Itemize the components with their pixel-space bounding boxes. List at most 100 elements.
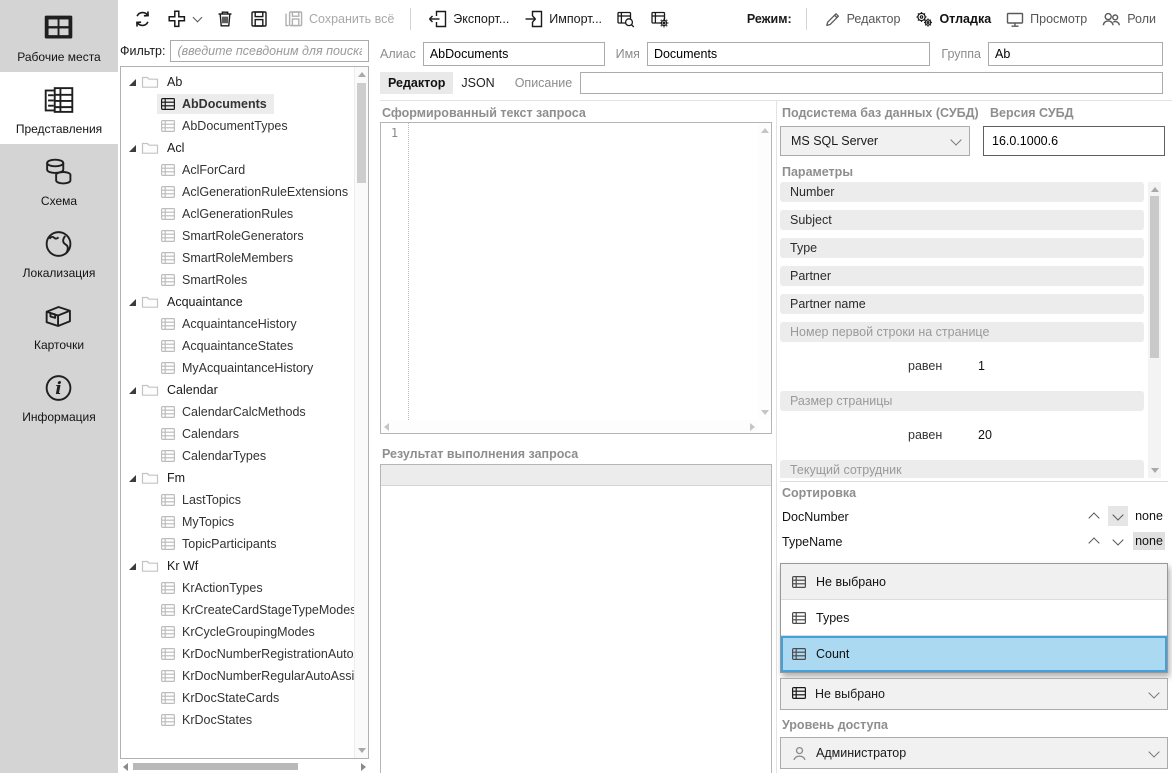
parameter-value[interactable]: 1	[978, 359, 985, 373]
tree-row[interactable]: SmartRoleGenerators	[121, 225, 355, 247]
parameter-row[interactable]: Текущий сотрудник	[780, 460, 1144, 478]
sort-descending-button[interactable]	[1108, 531, 1128, 551]
dropdown-option[interactable]: Count	[781, 636, 1167, 672]
tree-row[interactable]: Kr Wf	[121, 555, 355, 577]
tree-row[interactable]: SmartRoles	[121, 269, 355, 291]
tree-row[interactable]: AclGenerationRules	[121, 203, 355, 225]
tree-row[interactable]: Acl	[121, 137, 355, 159]
expander-icon[interactable]	[129, 475, 136, 482]
mode-editor-button[interactable]: Редактор	[819, 8, 905, 31]
scroll-down-arrow-icon[interactable]	[1151, 468, 1159, 473]
editor-horizontal-scrollbar[interactable]	[381, 420, 758, 433]
tree-row[interactable]: KrDocNumberRegularAutoAssign	[121, 665, 355, 687]
tree-row[interactable]: KrDocStateCards	[121, 687, 355, 709]
tree-row[interactable]: SmartRoleMembers	[121, 247, 355, 269]
import-button[interactable]: Импорт...	[519, 7, 606, 31]
expander-icon[interactable]	[129, 145, 136, 152]
parameter-value[interactable]: 20	[978, 428, 992, 442]
expander-icon[interactable]	[129, 387, 136, 394]
sidebar-item-views[interactable]: Представления	[0, 72, 118, 144]
tree-row[interactable]: AclGenerationRuleExtensions	[121, 181, 355, 203]
scroll-left-arrow-icon[interactable]	[384, 423, 389, 431]
tree-row[interactable]: KrActionTypes	[121, 577, 355, 599]
sidebar-item-localization[interactable]: Локализация	[0, 216, 118, 288]
scroll-up-arrow-icon[interactable]	[1151, 187, 1159, 192]
sidebar-item-schema[interactable]: Схема	[0, 144, 118, 216]
sort-ascending-button[interactable]	[1084, 531, 1104, 551]
mode-view-button[interactable]: Просмотр	[1001, 7, 1091, 31]
scroll-right-arrow-icon[interactable]	[361, 763, 366, 771]
tree-row[interactable]: Calendar	[121, 379, 355, 401]
tree-row[interactable]: AcquaintanceStates	[121, 335, 355, 357]
tree-row[interactable]: AclForCard	[121, 159, 355, 181]
scroll-up-arrow-icon[interactable]	[761, 128, 769, 133]
query-text-editor[interactable]: 1	[380, 122, 772, 434]
tree-row[interactable]: KrCreateCardStageTypeModes	[121, 599, 355, 621]
tree-row[interactable]: AbDocumentTypes	[121, 115, 355, 137]
mode-roles-button[interactable]: Роли	[1097, 7, 1160, 31]
tree-row[interactable]: Ab	[121, 71, 355, 93]
parameter-row[interactable]: равен 1	[780, 350, 1144, 383]
tree-row[interactable]: Fm	[121, 467, 355, 489]
expander-icon[interactable]	[129, 79, 136, 86]
sort-ascending-button[interactable]	[1084, 506, 1104, 526]
tree-vertical-scrollbar[interactable]	[354, 67, 368, 758]
parameter-row[interactable]: Number	[780, 182, 1144, 202]
view-settings-button[interactable]	[646, 7, 674, 31]
expander-icon[interactable]	[129, 299, 136, 306]
parameter-row[interactable]: Type	[780, 238, 1144, 258]
tree-horizontal-scrollbar[interactable]	[120, 760, 369, 773]
tree-row[interactable]: MyAcquaintanceHistory	[121, 357, 355, 379]
dropdown-option[interactable]: Не выбрано	[781, 564, 1167, 600]
tree-hscroll-thumb[interactable]	[133, 763, 298, 770]
tree-row[interactable]: Calendars	[121, 423, 355, 445]
parameter-row[interactable]: Размер страницы	[780, 391, 1144, 411]
tree-row[interactable]: MyTopics	[121, 511, 355, 533]
reference-select[interactable]: Не выбрано	[780, 678, 1168, 710]
sort-row[interactable]: DocNumber none	[780, 504, 1168, 529]
tree-row[interactable]: KrDocNumberRegistrationAutoA	[121, 643, 355, 665]
scroll-up-arrow-icon[interactable]	[358, 72, 366, 77]
parameter-operator[interactable]: равен	[908, 359, 942, 373]
tree-row[interactable]: LastTopics	[121, 489, 355, 511]
parameter-row[interactable]: Partner name	[780, 294, 1144, 314]
tree-row[interactable]: AbDocuments	[121, 93, 355, 115]
expander-icon[interactable]	[129, 563, 136, 570]
alias-input[interactable]	[423, 42, 605, 66]
view-search-button[interactable]	[612, 7, 640, 31]
db-subsystem-select[interactable]: MS SQL Server	[780, 126, 970, 156]
parameter-row[interactable]: Partner	[780, 266, 1144, 286]
parameter-row[interactable]: равен 20	[780, 419, 1144, 452]
dropdown-option[interactable]: Types	[781, 600, 1167, 636]
sidebar-item-information[interactable]: i Информация	[0, 360, 118, 432]
sort-row[interactable]: TypeName none	[780, 529, 1168, 554]
save-button[interactable]	[245, 7, 273, 31]
tree-row[interactable]: CalendarCalcMethods	[121, 401, 355, 423]
parameter-operator[interactable]: равен	[908, 428, 942, 442]
scroll-down-arrow-icon[interactable]	[358, 748, 366, 753]
access-level-select[interactable]: Администратор	[780, 737, 1168, 769]
group-input[interactable]	[988, 42, 1163, 66]
add-button[interactable]	[163, 7, 205, 31]
tree-row[interactable]: TopicParticipants	[121, 533, 355, 555]
sidebar-item-workplaces[interactable]: Рабочие места	[0, 0, 118, 72]
sort-direction-value[interactable]: none	[1133, 507, 1165, 525]
refresh-button[interactable]	[128, 7, 157, 31]
tree-row[interactable]: CalendarTypes	[121, 445, 355, 467]
tab-editor[interactable]: Редактор	[380, 72, 453, 94]
scroll-down-arrow-icon[interactable]	[761, 410, 769, 415]
tree-row[interactable]: KrDocStates	[121, 709, 355, 731]
sort-direction-value[interactable]: none	[1133, 532, 1165, 550]
scroll-right-arrow-icon[interactable]	[750, 423, 755, 431]
export-button[interactable]: Экспорт...	[423, 7, 513, 31]
db-version-input[interactable]	[983, 126, 1165, 156]
parameters-scrollbar[interactable]	[1148, 182, 1161, 478]
sidebar-item-cards[interactable]: Карточки	[0, 288, 118, 360]
vertical-splitter[interactable]	[776, 100, 777, 773]
filter-input[interactable]	[170, 40, 369, 62]
tree-row[interactable]: Acquaintance	[121, 291, 355, 313]
delete-button[interactable]	[211, 7, 239, 31]
mode-debug-button[interactable]: Отладка	[910, 7, 995, 31]
name-input[interactable]	[647, 42, 930, 66]
tree-row[interactable]: KrCycleGroupingModes	[121, 621, 355, 643]
